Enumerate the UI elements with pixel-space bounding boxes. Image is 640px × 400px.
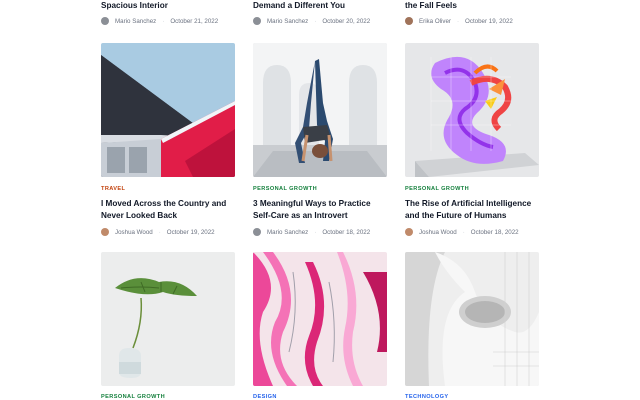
- author-avatar: [101, 228, 109, 236]
- post-card[interactable]: Demand a Different You Mario Sanchez · O…: [253, 0, 387, 26]
- author-avatar: [405, 228, 413, 236]
- post-image-fluid-art[interactable]: [253, 252, 387, 386]
- post-date: October 18, 2022: [322, 228, 371, 236]
- post-meta: Joshua Wood · October 19, 2022: [101, 227, 235, 237]
- post-meta: Mario Sanchez · October 18, 2022: [253, 227, 387, 237]
- separator-dot: ·: [462, 228, 465, 236]
- post-image-ai-sculpture[interactable]: [405, 43, 539, 177]
- post-category[interactable]: Personal Growth: [405, 186, 469, 192]
- post-image-architecture[interactable]: [101, 43, 235, 177]
- post-card[interactable]: the Fall Feels Erika Oliver · October 19…: [405, 0, 539, 26]
- separator-dot: ·: [158, 228, 161, 236]
- post-meta: Mario Sanchez · October 20, 2022: [253, 16, 387, 26]
- post-card[interactable]: Spacious Interior Mario Sanchez · Octobe…: [101, 0, 235, 26]
- post-title[interactable]: 3 Meaningful Ways to Practice Self-Care …: [253, 198, 387, 222]
- post-card[interactable]: The Rise of Artificial Intelligence and …: [405, 198, 539, 237]
- author-name[interactable]: Mario Sanchez: [115, 18, 156, 25]
- post-card[interactable]: 3 Meaningful Ways to Practice Self-Care …: [253, 198, 387, 237]
- post-date: October 20, 2022: [322, 17, 371, 25]
- post-category[interactable]: Personal Growth: [253, 186, 317, 192]
- post-date: October 21, 2022: [170, 17, 219, 25]
- post-title[interactable]: Spacious Interior: [101, 0, 235, 12]
- post-meta: Joshua Wood · October 18, 2022: [405, 227, 539, 237]
- separator-dot: ·: [456, 17, 460, 25]
- author-name[interactable]: Joshua Wood: [115, 229, 153, 236]
- post-date: October 19, 2022: [465, 17, 513, 25]
- author-name[interactable]: Erika Oliver: [419, 18, 451, 25]
- author-avatar: [253, 17, 261, 25]
- post-category[interactable]: Design: [253, 394, 277, 400]
- post-image-building[interactable]: [405, 252, 539, 386]
- blog-page: { "top_row": [ {"title": "Spacious Inter…: [0, 0, 640, 400]
- separator-dot: ·: [314, 228, 317, 236]
- post-title[interactable]: the Fall Feels: [405, 0, 539, 12]
- author-name[interactable]: Mario Sanchez: [267, 18, 308, 25]
- post-image-plant[interactable]: [101, 252, 235, 386]
- post-meta: Mario Sanchez · October 21, 2022: [101, 16, 235, 26]
- post-date: October 18, 2022: [470, 228, 519, 236]
- separator-dot: ·: [314, 17, 317, 25]
- post-title[interactable]: The Rise of Artificial Intelligence and …: [405, 198, 539, 222]
- separator-dot: ·: [162, 17, 165, 25]
- author-avatar: [405, 17, 413, 25]
- post-category[interactable]: Technology: [405, 394, 448, 400]
- post-title[interactable]: I Moved Across the Country and Never Loo…: [101, 198, 235, 222]
- post-image-yoga[interactable]: [253, 43, 387, 177]
- post-meta: Erika Oliver · October 19, 2022: [405, 16, 539, 26]
- post-card[interactable]: I Moved Across the Country and Never Loo…: [101, 198, 235, 237]
- author-avatar: [101, 17, 109, 25]
- author-name[interactable]: Mario Sanchez: [267, 229, 308, 236]
- post-date: October 19, 2022: [166, 228, 215, 236]
- author-name[interactable]: Joshua Wood: [419, 229, 457, 236]
- post-category[interactable]: Travel: [101, 186, 125, 192]
- author-avatar: [253, 228, 261, 236]
- post-title[interactable]: Demand a Different You: [253, 0, 387, 12]
- post-category[interactable]: Personal Growth: [101, 394, 165, 400]
